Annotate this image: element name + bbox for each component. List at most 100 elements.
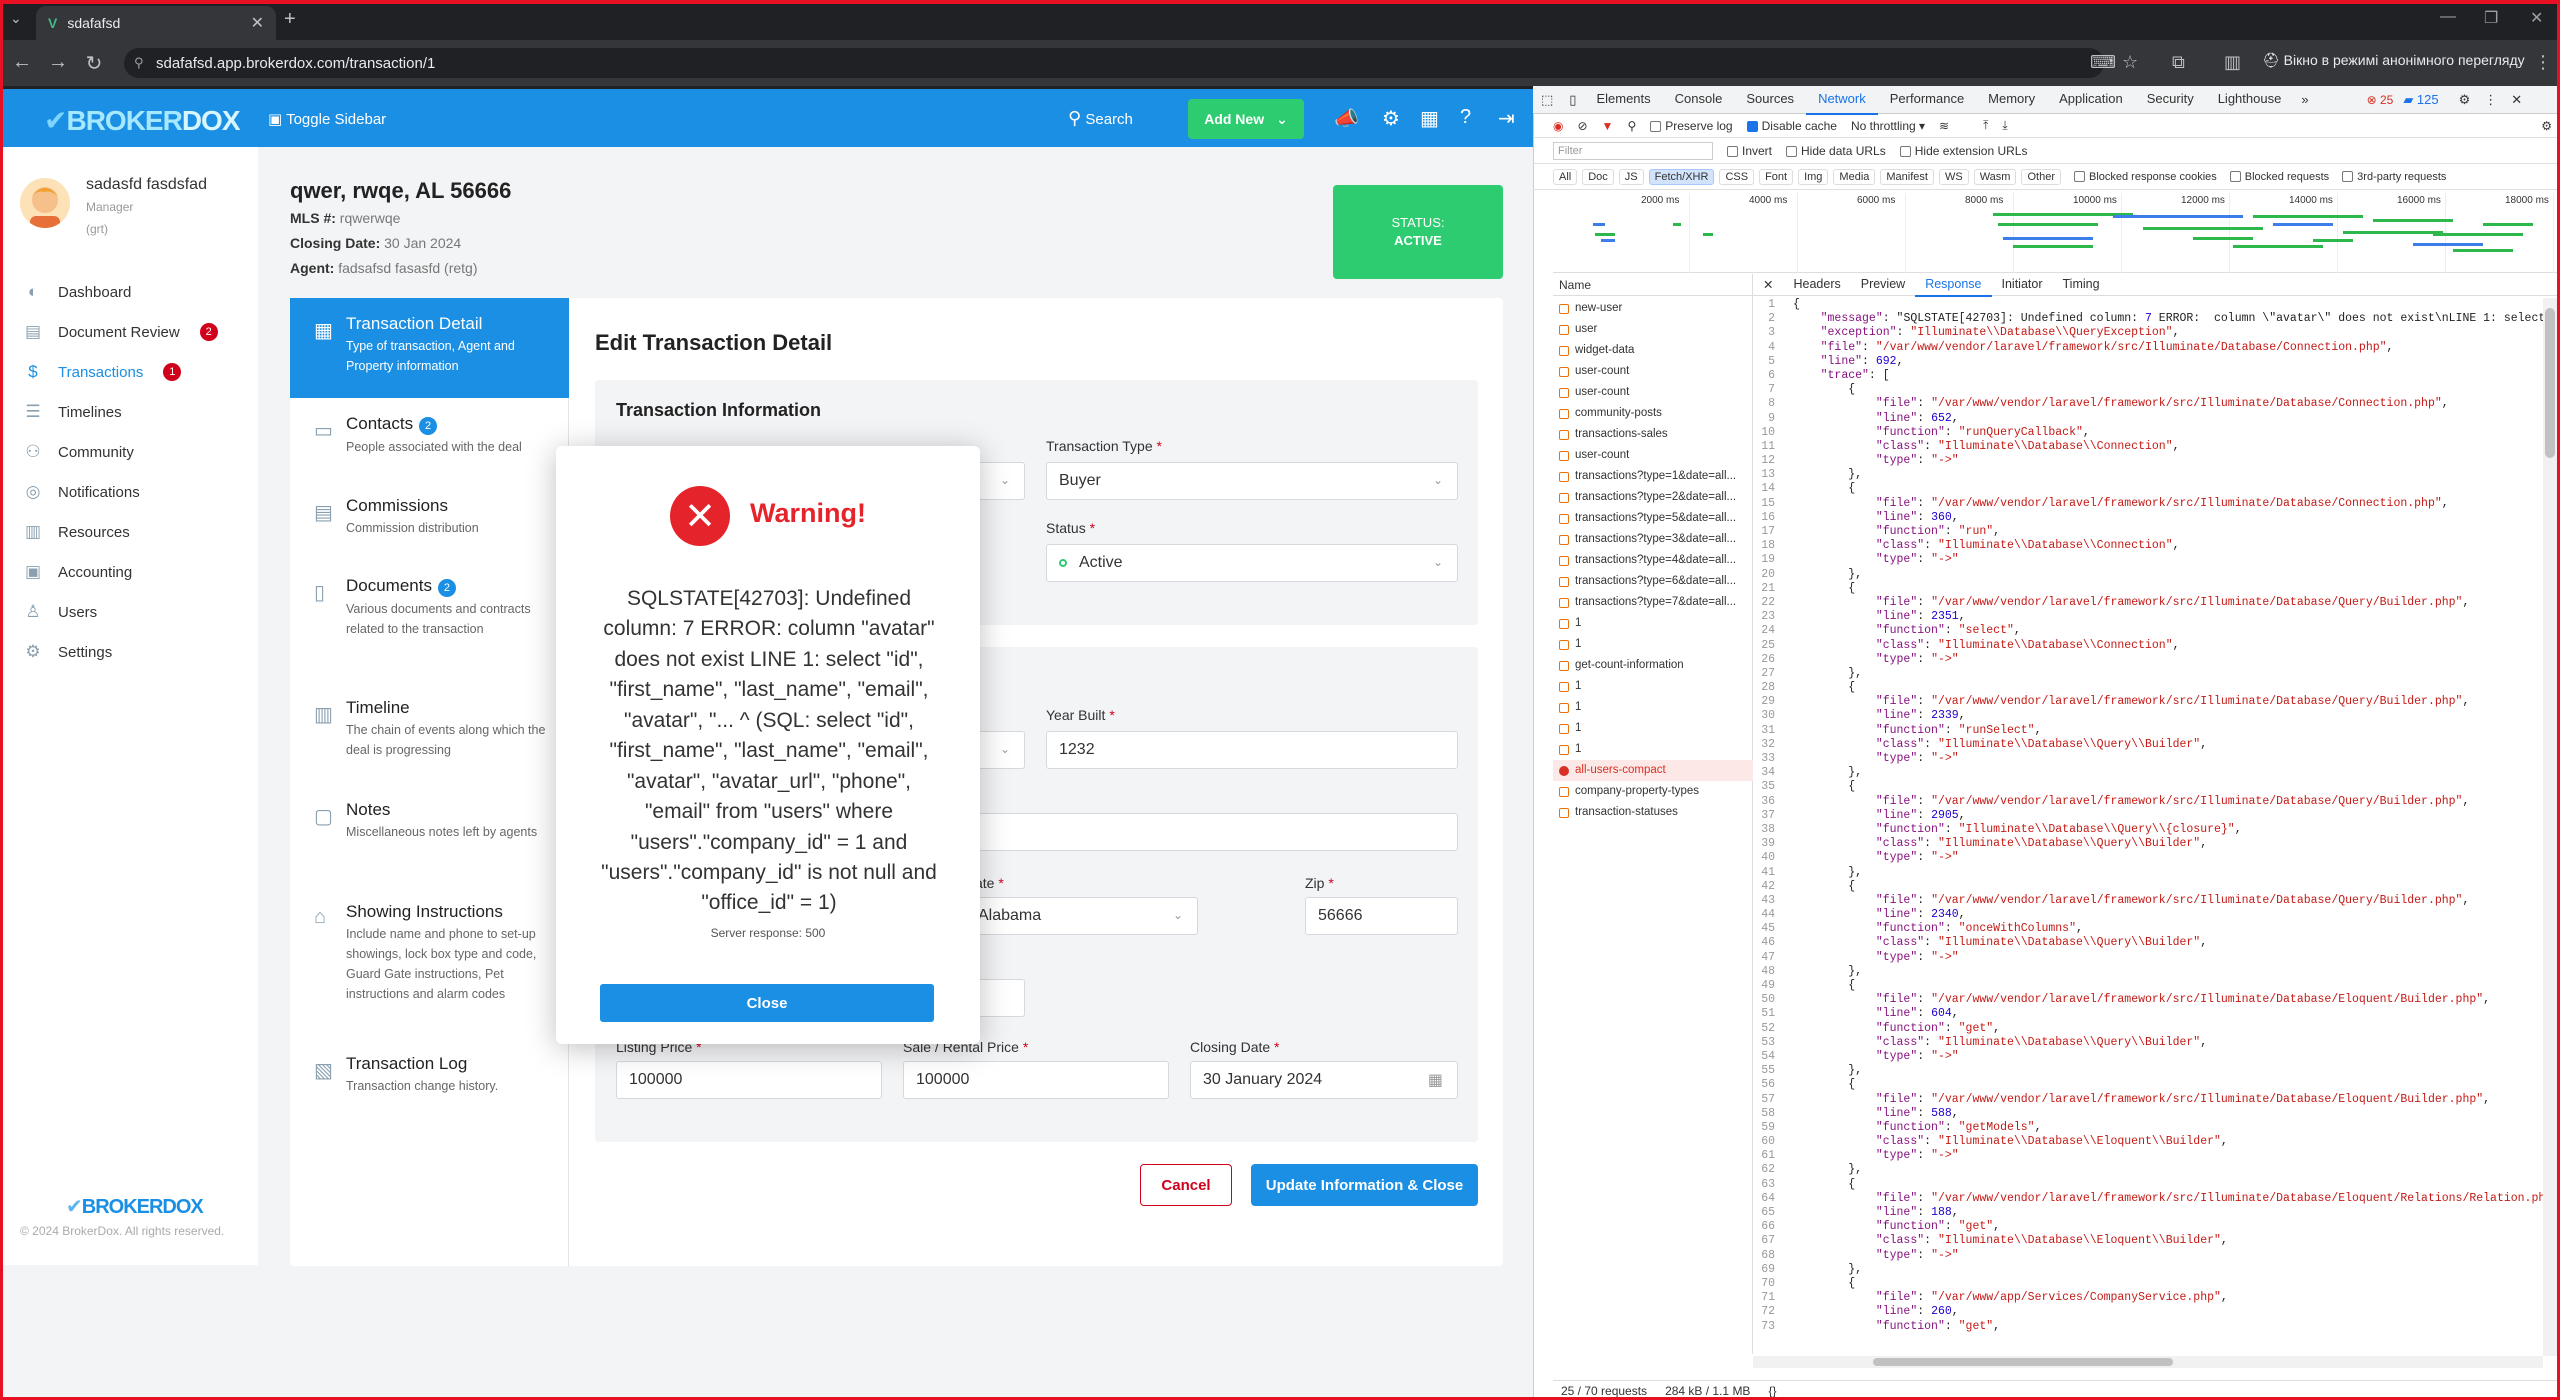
wifi-icon[interactable]: ≋ bbox=[1939, 119, 1949, 133]
request-row[interactable]: transactions?type=3&date=all... bbox=[1553, 529, 1753, 550]
hidden-select-2[interactable]: ⌄ bbox=[975, 731, 1025, 769]
response-tab-headers[interactable]: Headers bbox=[1783, 273, 1850, 297]
record-icon[interactable]: ◉ bbox=[1553, 119, 1563, 133]
type-filter-doc[interactable]: Doc bbox=[1582, 168, 1614, 185]
step-documents[interactable]: ▯ Documents 2 Various documents and contrac… bbox=[290, 560, 569, 680]
help-icon[interactable]: ? bbox=[1460, 106, 1471, 129]
step-transaction-log[interactable]: ▧ Transaction Log Transaction change histo… bbox=[290, 1038, 569, 1118]
translate-icon[interactable]: ⌨ bbox=[2090, 52, 2116, 73]
more-tabs-icon[interactable]: » bbox=[2293, 92, 2316, 107]
devtools-close-icon[interactable]: ✕ bbox=[2511, 92, 2522, 108]
devtools-tab-elements[interactable]: Elements bbox=[1584, 85, 1662, 115]
sidebar-item-notifications[interactable]: ◎ Notifications bbox=[22, 472, 218, 512]
browser-tab[interactable]: V sdafafsd ✕ bbox=[36, 6, 276, 40]
brokerdox-logo[interactable]: ✔BROKERDOX bbox=[44, 104, 240, 137]
devtools-tab-security[interactable]: Security bbox=[2135, 85, 2206, 115]
filter-icon[interactable]: ▼ bbox=[1602, 119, 1614, 133]
devtools-tab-performance[interactable]: Performance bbox=[1878, 85, 1976, 115]
request-row[interactable]: user-count bbox=[1553, 382, 1753, 403]
request-row[interactable]: transactions?type=7&date=all... bbox=[1553, 592, 1753, 613]
window-close-icon[interactable]: ✕ bbox=[2530, 8, 2543, 28]
devtools-tab-network[interactable]: Network bbox=[1806, 85, 1878, 115]
request-row[interactable]: all-users-compact bbox=[1553, 760, 1753, 781]
step-commissions[interactable]: ▤ Commissions Commission distribution bbox=[290, 480, 569, 560]
listing-price-input[interactable]: 100000 bbox=[616, 1061, 882, 1099]
request-row[interactable]: widget-data bbox=[1553, 340, 1753, 361]
request-row[interactable]: get-count-information bbox=[1553, 655, 1753, 676]
type-filter-all[interactable]: All bbox=[1553, 168, 1578, 185]
restore-icon[interactable]: ❐ bbox=[2484, 8, 2498, 28]
scroll-thumb[interactable] bbox=[1873, 1358, 2173, 1366]
disable-cache-checkbox[interactable]: Disable cache bbox=[1746, 119, 1837, 133]
sidebar-item-accounting[interactable]: ▣ Accounting bbox=[22, 552, 218, 592]
transaction-type-select[interactable]: Buyer ⌄ bbox=[1046, 462, 1458, 500]
logout-icon[interactable]: ⇥ bbox=[1498, 106, 1515, 131]
devtools-tab-console[interactable]: Console bbox=[1663, 85, 1735, 115]
update-button[interactable]: Update Information & Close bbox=[1251, 1164, 1478, 1206]
request-row[interactable]: 1 bbox=[1553, 697, 1753, 718]
type-filter-manifest[interactable]: Manifest bbox=[1880, 168, 1934, 185]
devtools-settings-icon[interactable]: ⚙ bbox=[2459, 92, 2471, 108]
type-filter-js[interactable]: JS bbox=[1618, 168, 1644, 185]
request-row[interactable]: transactions?type=5&date=all... bbox=[1553, 508, 1753, 529]
devtools-tab-lighthouse[interactable]: Lighthouse bbox=[2206, 85, 2294, 115]
filter-input[interactable]: Filter bbox=[1553, 141, 1713, 160]
response-body[interactable]: 1{2 "message": "SQLSTATE[42703]: Undefin… bbox=[1753, 298, 2543, 1356]
request-row[interactable]: 1 bbox=[1553, 613, 1753, 634]
scroll-thumb[interactable] bbox=[2545, 308, 2555, 458]
sidebar-item-community[interactable]: ⚇ Community bbox=[22, 432, 218, 472]
tab-close-icon[interactable]: ✕ bbox=[251, 13, 264, 33]
step-notes[interactable]: ▢ Notes Miscellaneous notes left by agents bbox=[290, 784, 569, 884]
sidebar-item-settings[interactable]: ⚙ Settings bbox=[22, 632, 218, 672]
type-filter-css[interactable]: CSS bbox=[1719, 168, 1755, 185]
request-row[interactable]: transactions?type=1&date=all... bbox=[1553, 466, 1753, 487]
step-transaction-detail[interactable]: ▦ Transaction Detail Type of transaction, … bbox=[290, 298, 569, 398]
close-button[interactable]: Close bbox=[600, 984, 934, 1022]
error-count[interactable]: ⊗ 25 bbox=[2367, 93, 2394, 107]
request-row[interactable]: 1 bbox=[1553, 634, 1753, 655]
address-bar[interactable]: ⚲ sdafafsd.app.brokerdox.com/transaction… bbox=[124, 48, 2104, 78]
hide-extension-urls-checkbox[interactable]: Hide extension URLs bbox=[1899, 144, 2027, 158]
calendar-icon[interactable]: ▦ bbox=[1428, 1070, 1443, 1090]
back-icon[interactable]: ← bbox=[10, 51, 34, 74]
devtools-tab-sources[interactable]: Sources bbox=[1734, 85, 1806, 115]
request-row[interactable]: transaction-statuses bbox=[1553, 802, 1753, 823]
request-row[interactable]: transactions?type=2&date=all... bbox=[1553, 487, 1753, 508]
network-settings-icon[interactable]: ⚙ bbox=[2541, 119, 2552, 133]
zip-input[interactable]: 56666 bbox=[1305, 897, 1458, 935]
request-row[interactable]: 1 bbox=[1553, 676, 1753, 697]
search-icon[interactable]: ⚲ bbox=[1627, 119, 1636, 133]
site-info-icon[interactable]: ⚲ bbox=[134, 55, 144, 71]
browser-menu-icon[interactable]: ⋮ bbox=[2534, 52, 2552, 73]
response-tab-response[interactable]: Response bbox=[1915, 273, 1992, 297]
network-timeline[interactable]: 2000 ms 4000 ms 6000 ms 8000 ms 10000 ms 1200… bbox=[1553, 193, 2560, 273]
year-built-input[interactable]: 1232 bbox=[1046, 731, 1458, 769]
vertical-scrollbar[interactable] bbox=[2543, 298, 2557, 1356]
state-select[interactable]: Alabama ⌄ bbox=[965, 897, 1198, 935]
add-new-button[interactable]: Add New ⌄ bbox=[1188, 99, 1304, 139]
request-row[interactable]: user-count bbox=[1553, 445, 1753, 466]
calendar-icon[interactable]: ▦ bbox=[1420, 106, 1439, 131]
sidebar-item-dashboard[interactable]: ◐ Dashboard bbox=[22, 272, 218, 312]
horizontal-scrollbar[interactable] bbox=[1753, 1356, 2543, 1368]
throttling-select[interactable]: No throttling ▾ bbox=[1851, 119, 1925, 133]
message-count[interactable]: ▰ 125 bbox=[2403, 92, 2438, 108]
preserve-log-checkbox[interactable]: Preserve log bbox=[1650, 119, 1733, 133]
sale-price-input[interactable]: 100000 bbox=[903, 1061, 1169, 1099]
type-filter-wasm[interactable]: Wasm bbox=[1973, 168, 2017, 185]
type-filter-fetch-xhr[interactable]: Fetch/XHR bbox=[1648, 168, 1715, 185]
device-icon[interactable]: ▯ bbox=[1561, 92, 1584, 108]
type-filter-media[interactable]: Media bbox=[1833, 168, 1876, 185]
cancel-button[interactable]: Cancel bbox=[1140, 1164, 1232, 1206]
request-row[interactable]: 1 bbox=[1553, 739, 1753, 760]
devtools-tab-application[interactable]: Application bbox=[2047, 85, 2135, 115]
type-filter-font[interactable]: Font bbox=[1759, 168, 1794, 185]
close-detail-icon[interactable]: ✕ bbox=[1753, 277, 1783, 292]
step-contacts[interactable]: ▭ Contacts 2 People associated with the dea… bbox=[290, 398, 569, 480]
response-tab-preview[interactable]: Preview bbox=[1851, 273, 1915, 297]
search-button[interactable]: ⚲ Search bbox=[1068, 108, 1133, 129]
toggle-sidebar-button[interactable]: ▣ Toggle Sidebar bbox=[268, 110, 386, 128]
type-filter-img[interactable]: Img bbox=[1798, 168, 1829, 185]
blocked-cookies-checkbox[interactable]: Blocked response cookies bbox=[2073, 170, 2217, 183]
avatar[interactable] bbox=[20, 178, 70, 228]
